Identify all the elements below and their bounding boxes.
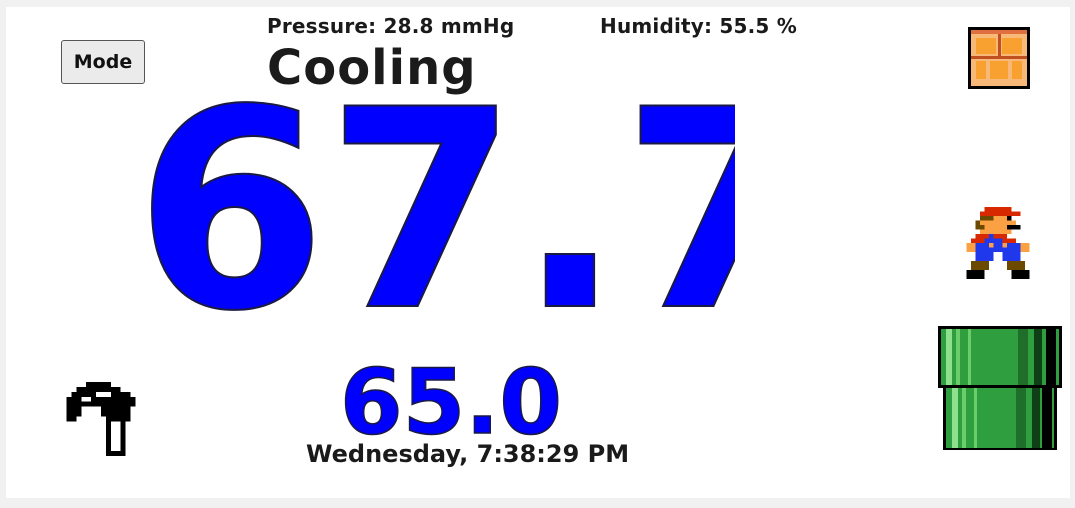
date-time: Wednesday, 7:38:29 PM <box>306 440 630 468</box>
brick-block-icon <box>968 27 1030 89</box>
warp-pipe-icon <box>938 326 1062 450</box>
current-temperature-value: 67.7 <box>135 86 735 316</box>
hammer-icon <box>66 382 136 456</box>
mario-icon <box>966 207 1030 279</box>
setpoint-temperature[interactable]: 65.0 <box>330 355 560 445</box>
humidity-readout: Humidity: 55.5 % <box>600 14 797 38</box>
mode-button[interactable]: Mode <box>61 40 145 84</box>
current-temperature: 67.7 <box>134 86 735 316</box>
setpoint-value: 65.0 <box>340 355 560 445</box>
pressure-readout: Pressure: 28.8 mmHg <box>267 14 515 38</box>
